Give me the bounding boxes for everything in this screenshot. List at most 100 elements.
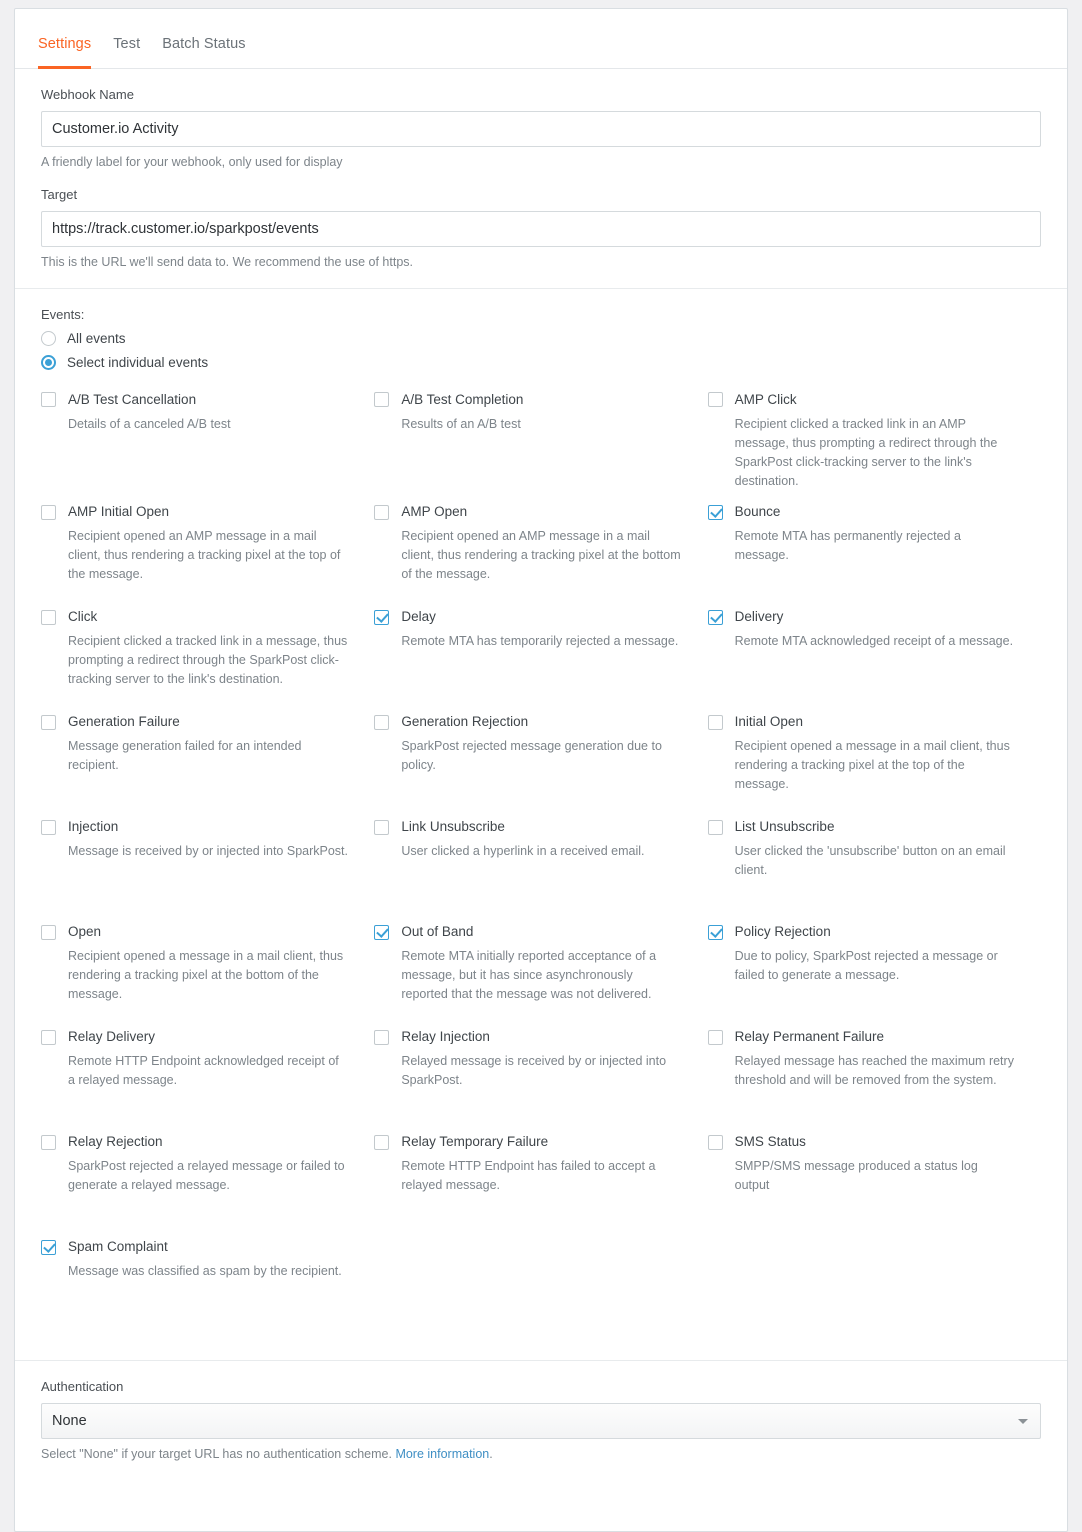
- event-checkbox-row-generation-failure[interactable]: Generation Failure: [41, 714, 348, 730]
- event-name-delivery: Delivery: [734, 608, 784, 624]
- event-item-initial-open: Initial Open Recipient opened a message i…: [707, 714, 1041, 806]
- event-checkbox-row-a-b-test-completion[interactable]: A/B Test Completion: [374, 392, 681, 408]
- event-item-link-unsubscribe: Link Unsubscribe User clicked a hyperlink…: [374, 819, 707, 911]
- event-checkbox-row-policy-rejection[interactable]: Policy Rejection: [707, 923, 1015, 940]
- event-name-policy-rejection: Policy Rejection: [734, 923, 831, 939]
- event-checkbox-row-out-of-band[interactable]: Out of Band: [374, 924, 681, 940]
- event-name-link-unsubscribe: Link Unsubscribe: [401, 818, 505, 834]
- event-description-bounce: Remote MTA has permanently rejected a me…: [734, 529, 961, 563]
- checkbox-icon-generation-failure[interactable]: [41, 714, 56, 730]
- event-description-click: Recipient clicked a tracked link in a me…: [68, 634, 348, 687]
- event-name-relay-delivery: Relay Delivery: [68, 1028, 156, 1044]
- authentication-label: Authentication: [41, 1378, 124, 1394]
- event-description-delay: Remote MTA has temporarily rejected a me…: [401, 634, 679, 649]
- checkbox-icon-sms-status[interactable]: [707, 1134, 723, 1150]
- event-checkbox-row-delay[interactable]: Delay: [374, 609, 681, 625]
- event-description-relay-injection: Relayed message is received by or inject…: [401, 1054, 667, 1088]
- authentication-selected-value: None: [52, 1412, 87, 1429]
- event-name-click: Click: [68, 608, 98, 624]
- checkbox-checked-icon-delay[interactable]: [374, 609, 390, 625]
- checkbox-icon-click[interactable]: [41, 609, 56, 625]
- webhook-name-input[interactable]: [41, 110, 1041, 147]
- checkbox-icon-amp-initial-open[interactable]: [41, 504, 56, 520]
- radio-select-individual-events[interactable]: Select individual events: [41, 351, 1041, 375]
- event-item-a-b-test-cancellation: A/B Test Cancellation Details of a cancel…: [41, 392, 374, 491]
- event-checkbox-row-link-unsubscribe[interactable]: Link Unsubscribe: [374, 819, 681, 835]
- checkbox-icon-a-b-test-completion[interactable]: [374, 392, 390, 408]
- checkbox-icon-generation-rejection[interactable]: [374, 714, 390, 730]
- event-name-amp-initial-open: AMP Initial Open: [68, 503, 170, 519]
- event-checkbox-row-relay-temporary-failure[interactable]: Relay Temporary Failure: [374, 1134, 681, 1150]
- checkbox-icon-relay-delivery[interactable]: [41, 1029, 56, 1045]
- event-name-injection: Injection: [68, 818, 119, 834]
- event-description-generation-failure: Message generation failed for an intende…: [68, 739, 302, 773]
- radio-all-events[interactable]: All events: [41, 327, 1041, 351]
- event-item-a-b-test-completion: A/B Test Completion Results of an A/B tes…: [374, 392, 707, 491]
- checkbox-checked-icon-out-of-band[interactable]: [374, 924, 390, 940]
- checkbox-checked-icon-policy-rejection[interactable]: [707, 924, 723, 940]
- webhook-settings-card: Settings Test Batch Status Webhook Name …: [14, 8, 1068, 1532]
- tab-test[interactable]: Test: [102, 36, 151, 69]
- tab-batch-status[interactable]: Batch Status: [151, 35, 256, 69]
- event-checkbox-row-relay-rejection[interactable]: Relay Rejection: [41, 1134, 348, 1150]
- event-description-amp-click: Recipient clicked a tracked link in an A…: [734, 416, 998, 488]
- event-checkbox-row-delivery[interactable]: Delivery: [707, 608, 1015, 625]
- checkbox-icon-relay-injection[interactable]: [374, 1029, 390, 1045]
- event-checkbox-row-open[interactable]: Open: [41, 924, 348, 940]
- event-item-open: Open Recipient opened a message in a mail…: [41, 924, 374, 1016]
- event-checkbox-row-amp-open[interactable]: AMP Open: [374, 504, 681, 520]
- checkbox-checked-icon-spam-complaint[interactable]: [41, 1239, 56, 1255]
- event-checkbox-row-relay-permanent-failure[interactable]: Relay Permanent Failure: [707, 1029, 1015, 1045]
- event-name-generation-rejection: Generation Rejection: [401, 713, 529, 729]
- checkbox-icon-relay-permanent-failure[interactable]: [707, 1029, 723, 1045]
- authentication-help: Select "None" if your target URL has no …: [41, 1446, 1041, 1464]
- event-name-generation-failure: Generation Failure: [68, 713, 180, 729]
- checkbox-icon-a-b-test-cancellation[interactable]: [41, 392, 56, 408]
- checkbox-icon-amp-open[interactable]: [374, 504, 390, 520]
- authentication-select[interactable]: None: [41, 1402, 1041, 1439]
- event-checkbox-row-list-unsubscribe[interactable]: List Unsubscribe: [707, 819, 1015, 835]
- checkbox-icon-list-unsubscribe[interactable]: [707, 819, 723, 835]
- event-checkbox-row-initial-open[interactable]: Initial Open: [707, 714, 1015, 730]
- event-checkbox-row-injection[interactable]: Injection: [41, 819, 348, 835]
- event-checkbox-row-a-b-test-cancellation[interactable]: A/B Test Cancellation: [41, 392, 348, 408]
- event-description-injection: Message is received by or injected into …: [68, 844, 348, 859]
- event-checkbox-row-relay-injection[interactable]: Relay Injection: [374, 1029, 681, 1045]
- event-checkbox-row-spam-complaint[interactable]: Spam Complaint: [41, 1239, 348, 1255]
- event-checkbox-row-click[interactable]: Click: [41, 609, 348, 625]
- event-item-delay: Delay Remote MTA has temporarily rejected…: [374, 609, 707, 701]
- checkbox-checked-icon-delivery[interactable]: [707, 609, 723, 625]
- event-item-list-unsubscribe: List Unsubscribe User clicked the 'unsubs…: [707, 819, 1041, 911]
- event-checkbox-row-amp-click[interactable]: AMP Click: [707, 392, 1015, 408]
- event-checkbox-row-bounce[interactable]: Bounce: [707, 504, 1015, 520]
- event-checkbox-row-sms-status[interactable]: SMS Status: [707, 1134, 1015, 1150]
- event-checkbox-row-amp-initial-open[interactable]: AMP Initial Open: [41, 504, 348, 520]
- event-item-delivery: Delivery Remote MTA acknowledged receipt …: [707, 608, 1041, 701]
- event-name-open: Open: [68, 923, 102, 939]
- tab-settings[interactable]: Settings: [27, 36, 102, 69]
- checkbox-icon-link-unsubscribe[interactable]: [374, 819, 390, 835]
- event-item-policy-rejection: Policy Rejection Due to policy, SparkPost…: [707, 923, 1041, 1016]
- event-description-spam-complaint: Message was classified as spam by the re…: [68, 1264, 342, 1279]
- checkbox-icon-amp-click[interactable]: [707, 392, 723, 408]
- checkbox-icon-relay-temporary-failure[interactable]: [374, 1134, 390, 1150]
- event-item-injection: Injection Message is received by or injec…: [41, 819, 374, 911]
- checkbox-icon-injection[interactable]: [41, 819, 56, 835]
- checkbox-icon-initial-open[interactable]: [707, 714, 723, 730]
- event-name-relay-rejection: Relay Rejection: [68, 1133, 163, 1149]
- tab-batch-status-label: Batch Status: [162, 35, 246, 52]
- event-checkbox-row-relay-delivery[interactable]: Relay Delivery: [41, 1029, 348, 1045]
- event-description-relay-delivery: Remote HTTP Endpoint acknowledged receip…: [68, 1054, 339, 1088]
- checkbox-icon-relay-rejection[interactable]: [41, 1134, 56, 1150]
- target-input[interactable]: [41, 211, 1041, 248]
- event-item-relay-temporary-failure: Relay Temporary Failure Remote HTTP Endpo…: [374, 1134, 707, 1226]
- event-checkbox-row-generation-rejection[interactable]: Generation Rejection: [374, 714, 681, 730]
- more-information-link[interactable]: More information: [395, 1447, 489, 1461]
- event-item-sms-status: SMS Status SMPP/SMS message produced a st…: [707, 1134, 1041, 1226]
- page-root: Settings Test Batch Status Webhook Name …: [0, 0, 1082, 1532]
- event-description-policy-rejection: Due to policy, SparkPost rejected a mess…: [734, 949, 998, 983]
- authentication-section: Authentication None Select "None" if you…: [15, 1361, 1067, 1479]
- checkbox-icon-open[interactable]: [41, 924, 56, 940]
- event-name-a-b-test-cancellation: A/B Test Cancellation: [68, 391, 197, 407]
- checkbox-checked-icon-bounce[interactable]: [707, 504, 723, 520]
